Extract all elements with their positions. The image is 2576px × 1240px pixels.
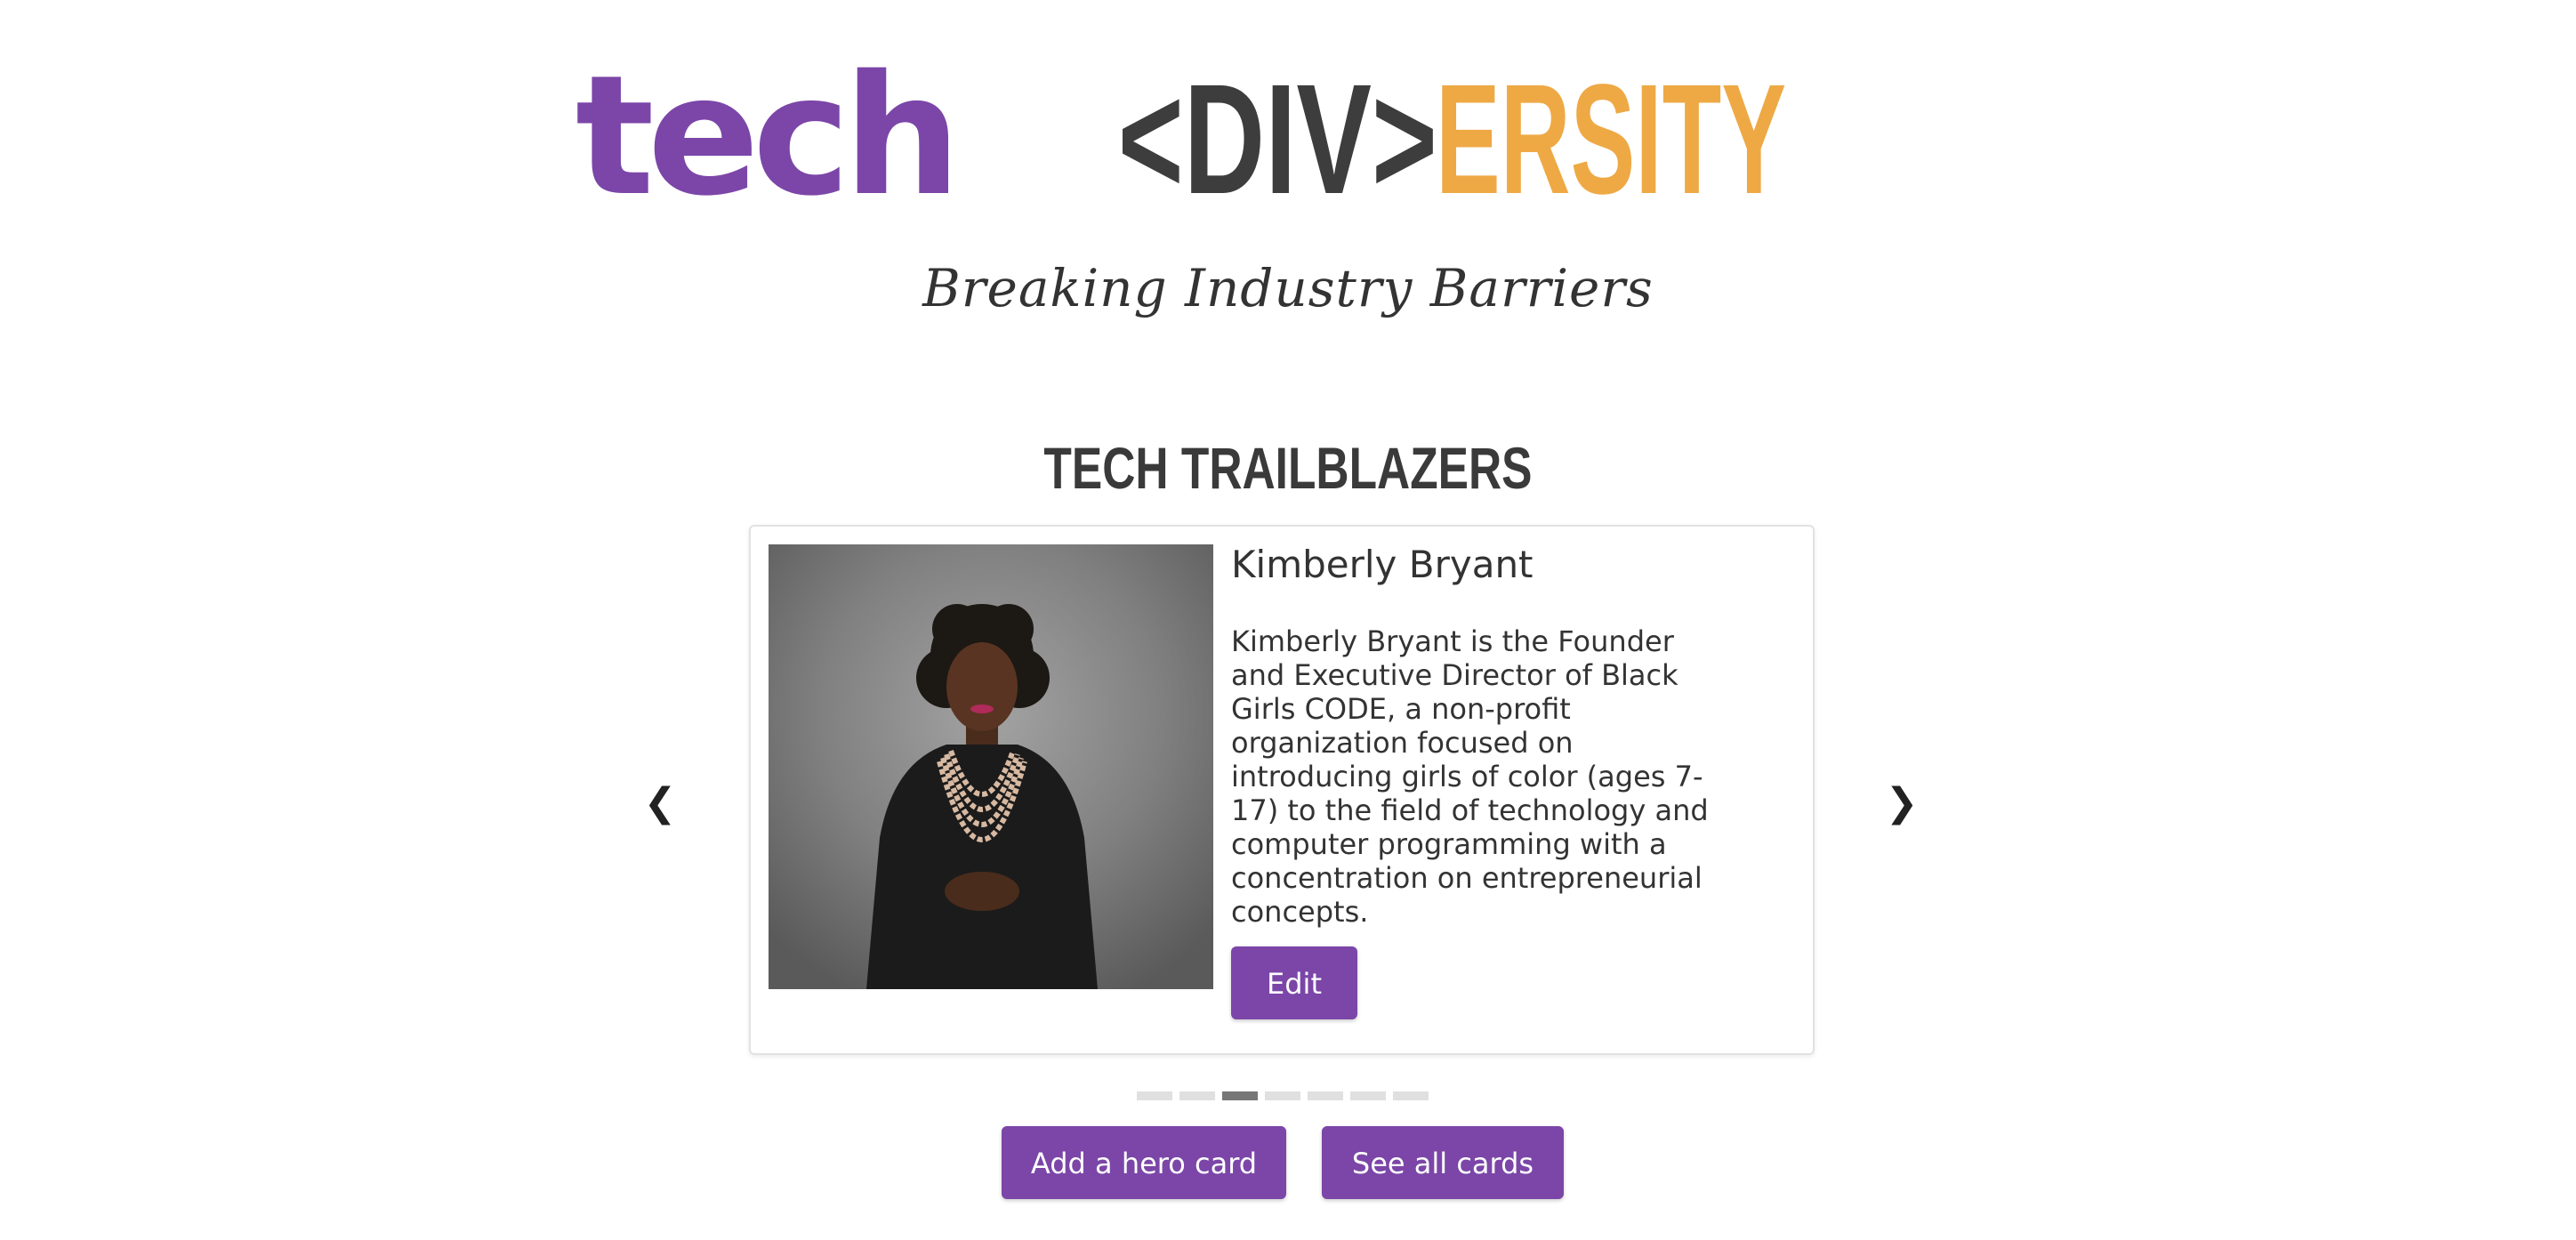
carousel-indicators (1137, 1091, 1429, 1102)
logo-tech-text: tech (575, 39, 962, 232)
portrait-image (769, 544, 1213, 989)
hero-bio: Kimberly Bryant is the Founder and Execu… (1231, 624, 1709, 929)
carousel-indicator[interactable] (1265, 1091, 1300, 1100)
see-all-cards-button[interactable]: See all cards (1322, 1126, 1564, 1199)
logo-div-text: <DIV> (1117, 52, 1437, 227)
chevron-right-icon: ❯ (1885, 780, 1919, 825)
carousel-indicator[interactable] (1179, 1091, 1215, 1100)
section-title-text: TECH TRAILBLAZERS (1043, 435, 1533, 501)
hero-photo (769, 544, 1213, 989)
page: tech <DIV>ERSITY Breaking Industry Barrie… (0, 0, 2576, 1240)
hero-name: Kimberly Bryant (1231, 543, 1534, 586)
chevron-left-icon: ❮ (643, 780, 677, 825)
site-logo: tech <DIV>ERSITY (0, 53, 2576, 219)
carousel-indicator[interactable] (1308, 1091, 1343, 1100)
carousel-indicator[interactable] (1393, 1091, 1429, 1100)
logo-ersity-text: ERSITY (1435, 52, 1786, 227)
carousel-indicator[interactable] (1222, 1091, 1258, 1100)
section-title: TECH TRAILBLAZERS (0, 434, 2576, 502)
add-hero-card-button[interactable]: Add a hero card (1002, 1126, 1286, 1199)
carousel-indicator[interactable] (1137, 1091, 1172, 1100)
carousel-indicator[interactable] (1350, 1091, 1386, 1100)
carousel-next-button[interactable]: ❯ (1875, 772, 1928, 834)
carousel-prev-button[interactable]: ❮ (633, 772, 687, 834)
tagline: Breaking Industry Barriers (922, 258, 1654, 318)
edit-button[interactable]: Edit (1231, 946, 1357, 1019)
hero-card: Kimberly Bryant Kimberly Bryant is the F… (749, 525, 1815, 1055)
